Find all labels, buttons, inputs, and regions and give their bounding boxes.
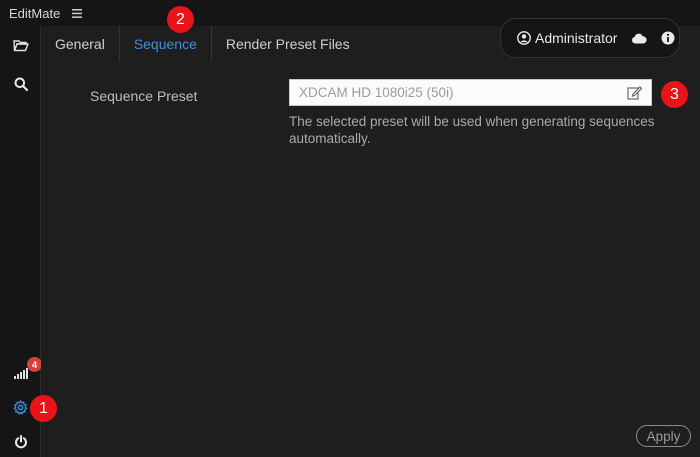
sequence-preset-hint: The selected preset will be used when ge… <box>289 114 655 146</box>
user-name[interactable]: Administrator <box>535 30 617 46</box>
annotation-marker-2: 2 <box>167 6 194 33</box>
sidebar: 4 <box>0 26 42 457</box>
folder-open-icon[interactable] <box>0 30 41 60</box>
annotation-marker-1: 1 <box>30 395 57 422</box>
user-panel: Administrator <box>500 18 680 58</box>
info-icon[interactable] <box>661 31 675 45</box>
sequence-settings-panel: Sequence Preset XDCAM HD 1080i25 (50i) T… <box>41 62 700 457</box>
edit-icon[interactable] <box>627 85 643 101</box>
apply-button[interactable]: Apply <box>636 425 691 447</box>
power-icon[interactable] <box>0 427 41 457</box>
sequence-preset-label: Sequence Preset <box>90 88 198 104</box>
app-title: EditMate <box>9 5 61 21</box>
search-icon[interactable] <box>0 69 41 99</box>
tab-sequence[interactable]: Sequence <box>120 26 212 62</box>
sequence-preset-field[interactable]: XDCAM HD 1080i25 (50i) <box>289 79 652 106</box>
settings-tabs: General Sequence Render Preset Files <box>41 26 364 62</box>
tab-render-preset-files[interactable]: Render Preset Files <box>212 26 364 62</box>
editmate-app: EditMate 4 General Sequence Render Prese… <box>0 0 700 457</box>
user-circle-icon <box>517 31 531 45</box>
menu-icon[interactable] <box>72 8 83 18</box>
notification-badge: 4 <box>27 357 42 372</box>
tab-general[interactable]: General <box>41 26 120 62</box>
annotation-marker-3: 3 <box>661 81 688 108</box>
cloud-icon[interactable] <box>631 33 648 44</box>
sequence-preset-value: XDCAM HD 1080i25 (50i) <box>299 85 454 100</box>
